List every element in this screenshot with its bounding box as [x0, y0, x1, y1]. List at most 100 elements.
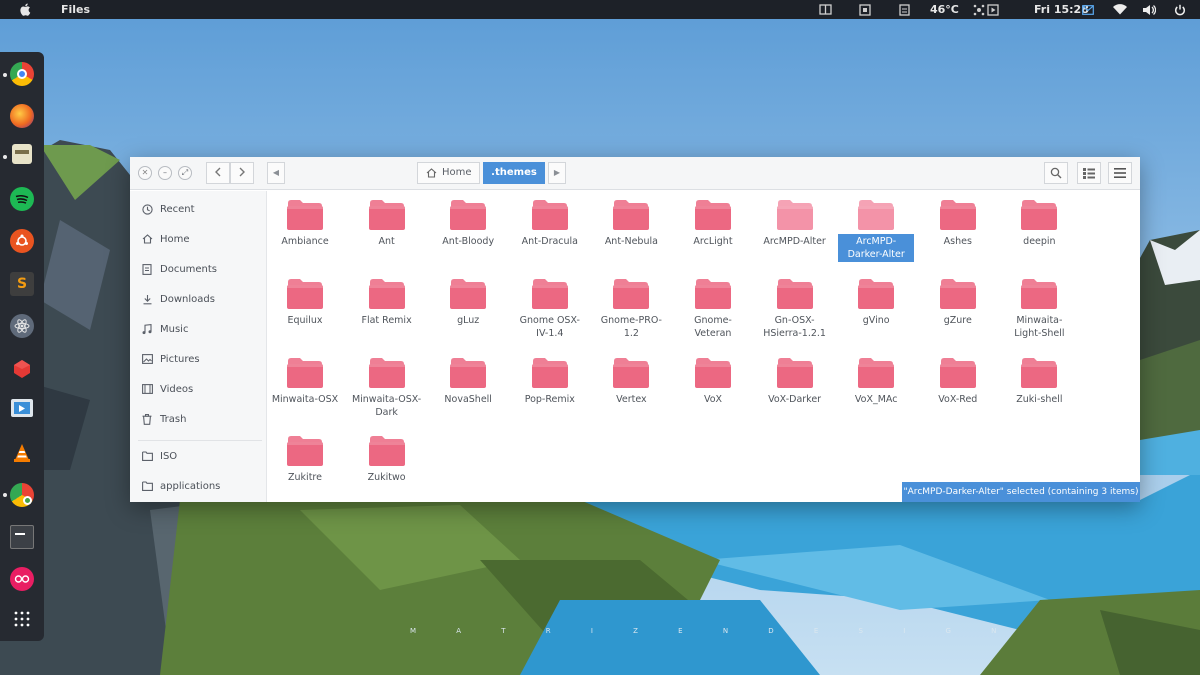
- folder-item[interactable]: Ant: [349, 199, 425, 249]
- folder-item[interactable]: gLuz: [430, 278, 506, 328]
- search-button[interactable]: [1044, 162, 1068, 184]
- maximize-icon[interactable]: ⤢: [178, 166, 192, 180]
- folder-item[interactable]: Ant-Dracula: [512, 199, 588, 249]
- chrome-icon[interactable]: [10, 62, 34, 86]
- close-icon[interactable]: ✕: [138, 166, 152, 180]
- sidebar-item-label: Downloads: [160, 293, 215, 305]
- mail-icon[interactable]: [1081, 0, 1095, 19]
- sidebar-item-videos[interactable]: Videos: [140, 379, 264, 399]
- folder-icon: [1001, 199, 1077, 231]
- list-view-icon: [1083, 167, 1095, 179]
- apple-menu-icon[interactable]: [20, 0, 31, 19]
- folder-name: deepin: [1023, 236, 1056, 247]
- sidebar-item-trash[interactable]: Trash: [140, 409, 264, 429]
- flickr-icon[interactable]: [10, 567, 34, 591]
- folder-item[interactable]: Zukitwo: [349, 435, 425, 485]
- folder-item[interactable]: Minwaita-Light-Shell: [1001, 278, 1077, 341]
- breadcrumb-home[interactable]: Home: [417, 162, 480, 184]
- app-grid-icon[interactable]: [10, 607, 34, 631]
- folder-name: NovaShell: [444, 394, 492, 405]
- sidebar-item-iso[interactable]: ISO: [140, 446, 264, 466]
- minimize-icon[interactable]: –: [158, 166, 172, 180]
- folder-item[interactable]: VoX-Red: [920, 357, 996, 407]
- chrome-updater-icon[interactable]: [10, 483, 34, 507]
- folder-item[interactable]: Flat Remix: [349, 278, 425, 328]
- media-player-icon[interactable]: [986, 0, 1000, 19]
- firefox-icon[interactable]: [10, 104, 34, 128]
- power-icon[interactable]: [1173, 0, 1187, 19]
- cpu-temperature[interactable]: 46°C: [930, 0, 959, 19]
- folder-item[interactable]: VoX: [675, 357, 751, 407]
- picture-icon: [140, 352, 154, 366]
- breadcrumb-scroll-left[interactable]: ◀: [267, 162, 285, 184]
- sidebar-item-home[interactable]: Home: [140, 229, 264, 249]
- folder-item[interactable]: gZure: [920, 278, 996, 328]
- clipboard-icon[interactable]: [897, 0, 911, 19]
- workspace-icon[interactable]: [818, 0, 832, 19]
- ruby-icon[interactable]: [10, 357, 34, 381]
- trash-icon: [140, 412, 154, 426]
- folder-item[interactable]: Ant-Nebula: [593, 199, 669, 249]
- folder-item[interactable]: NovaShell: [430, 357, 506, 407]
- files-app-icon[interactable]: [12, 144, 32, 164]
- chevron-right-icon: [239, 167, 245, 177]
- sidebar-item-applications[interactable]: applications: [140, 476, 264, 496]
- home-icon: [140, 232, 154, 246]
- system-monitor-icon[interactable]: [972, 0, 986, 19]
- folder-item[interactable]: deepin: [1001, 199, 1077, 249]
- folder-item[interactable]: Ant-Bloody: [430, 199, 506, 249]
- folder-item[interactable]: ArcLight: [675, 199, 751, 249]
- vlc-icon[interactable]: [10, 441, 34, 465]
- sidebar-item-music[interactable]: Music: [140, 319, 264, 339]
- forward-button[interactable]: [230, 162, 254, 184]
- video-player-icon[interactable]: [11, 399, 33, 417]
- breadcrumb-current[interactable]: .themes: [483, 162, 545, 184]
- folder-item[interactable]: ArcMPD-Darker-Alter: [838, 199, 915, 262]
- folder-item[interactable]: Zuki-shell: [1001, 357, 1077, 407]
- spotify-icon[interactable]: [10, 187, 34, 211]
- folder-item[interactable]: VoX-Darker: [757, 357, 833, 407]
- folder-item[interactable]: Gn-OSX-HSierra-1.2.1: [757, 278, 833, 341]
- back-button[interactable]: [206, 162, 230, 184]
- folder-item[interactable]: gVino: [838, 278, 914, 328]
- folder-item[interactable]: Gnome-Veteran: [675, 278, 751, 341]
- volume-icon[interactable]: [1142, 0, 1156, 19]
- folder-item[interactable]: Ashes: [920, 199, 996, 249]
- folder-name: gVino: [862, 315, 890, 326]
- breadcrumb-home-label: Home: [442, 167, 472, 178]
- folder-item[interactable]: Ambiance: [267, 199, 343, 249]
- folder-item[interactable]: Vertex: [593, 357, 669, 407]
- folder-item[interactable]: Minwaita-OSX: [267, 357, 343, 407]
- sidebar-item-downloads[interactable]: Downloads: [140, 289, 264, 309]
- sublime-text-icon[interactable]: S: [10, 272, 34, 296]
- atom-icon[interactable]: [10, 314, 34, 338]
- sidebar-divider: [138, 440, 262, 441]
- ubuntu-software-icon[interactable]: [10, 229, 34, 253]
- sidebar-item-recent[interactable]: Recent: [140, 199, 264, 219]
- terminal-icon[interactable]: [10, 525, 34, 549]
- folder-item[interactable]: ArcMPD-Alter: [757, 199, 833, 249]
- app-menu-files[interactable]: Files: [61, 0, 90, 19]
- folder-item[interactable]: Pop-Remix: [512, 357, 588, 407]
- view-mode-button[interactable]: [1077, 162, 1101, 184]
- folder-icon: [1001, 357, 1077, 389]
- sidebar-item-pictures[interactable]: Pictures: [140, 349, 264, 369]
- folder-name: Gnome OSX-IV-1.4: [519, 315, 580, 339]
- folder-name: Pop-Remix: [524, 394, 575, 405]
- sidebar-item-documents[interactable]: Documents: [140, 259, 264, 279]
- menu-button[interactable]: [1108, 162, 1132, 184]
- video-icon: [140, 382, 154, 396]
- folder-item[interactable]: Minwaita-OSX-Dark: [349, 357, 425, 420]
- dock-running-indicator: [3, 73, 7, 77]
- folder-item[interactable]: VoX_MAc: [838, 357, 914, 407]
- folder-name: ArcMPD-Alter: [763, 236, 826, 247]
- folder-item[interactable]: Zukitre: [267, 435, 343, 485]
- folder-item[interactable]: Gnome OSX-IV-1.4: [512, 278, 588, 341]
- folder-item[interactable]: Equilux: [267, 278, 343, 328]
- files-window: ✕ – ⤢ ◀ Home .themes ▶ Recent Home Documen…: [130, 157, 1140, 502]
- breadcrumb-scroll-right[interactable]: ▶: [548, 162, 566, 184]
- wifi-icon[interactable]: [1113, 0, 1127, 19]
- folder-item[interactable]: Gnome-PRO-1.2: [593, 278, 669, 341]
- screenshot-icon[interactable]: [858, 0, 872, 19]
- sidebar-item-label: Trash: [160, 413, 187, 425]
